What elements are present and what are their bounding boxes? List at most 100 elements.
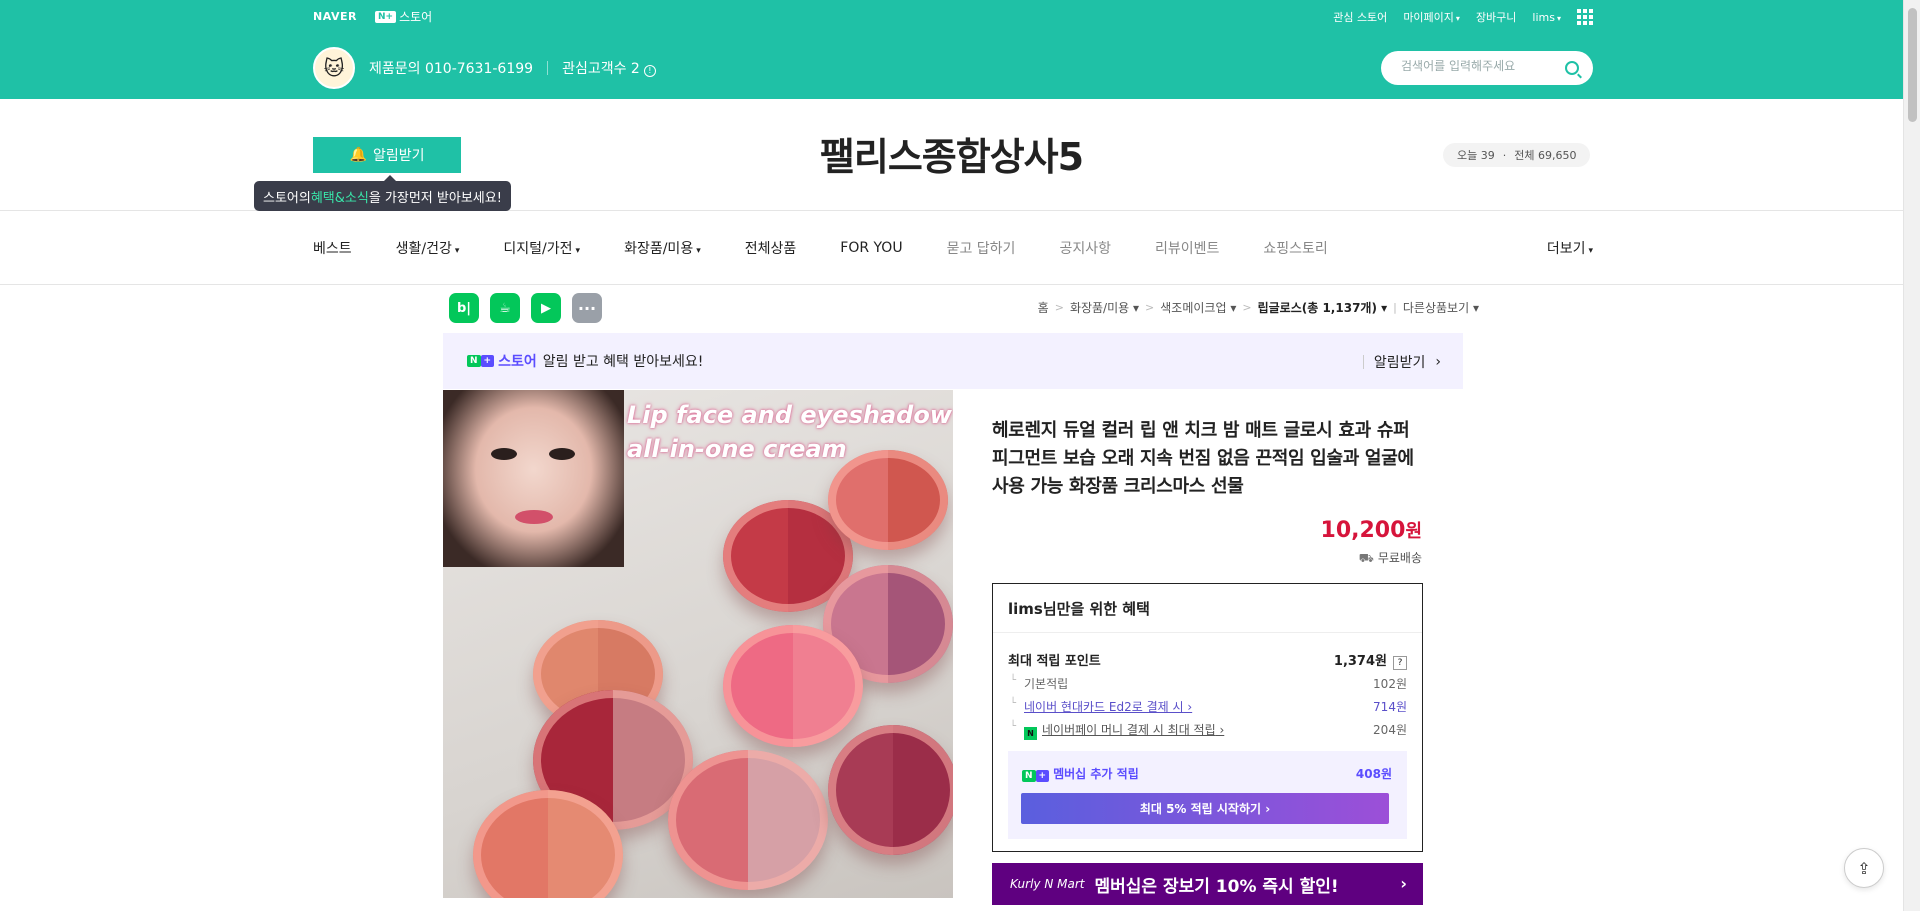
chevron-down-icon: ▾ [1472,301,1479,315]
divider [0,284,1903,285]
nav-cosmetics[interactable]: 화장품/미용 ▾ [624,238,701,258]
nav-more[interactable]: 더보기 ▾ [1547,238,1593,258]
dot-separator: · [1502,148,1507,162]
category-nav: 베스트 생활/건강 ▾ 디지털/가전 ▾ 화장품/미용 ▾ 전체상품 FOR YOU … [313,212,1593,284]
npay-points-value: 204원 [1373,723,1407,737]
nplus-box: N+ [375,10,397,23]
membership-start-button[interactable]: 최대 5% 적립 시작하기 › [1021,793,1389,824]
basic-points-row: 기본적립 102원 [1008,675,1407,692]
more-icon[interactable]: ··· [572,293,602,323]
overlay-line-1: Lip face and eyeshadow [627,401,952,429]
share-icon[interactable]: ⇪ [1844,848,1884,888]
nav-qna[interactable]: 묻고 답하기 [947,238,1016,258]
store-search [1381,51,1593,85]
chevron-down-icon: ▾ [1381,301,1388,315]
util-user-label: lims [1532,10,1555,24]
plus-icon: + [1035,770,1050,782]
breadcrumb-other-products[interactable]: 다른상품보기 ▾ [1403,299,1479,316]
card-points-link[interactable]: 네이버 현대카드 Ed2로 결제 시 › [1024,698,1192,715]
naver-n-icon: N [467,355,481,367]
util-menu: 관심 스토어 마이페이지 ▾ 장바구니 lims ▾ [1333,9,1593,25]
overlay-line-2: all-in-one cream [627,435,847,463]
cream-pot [668,750,828,890]
util-user[interactable]: lims ▾ [1532,11,1561,24]
util-mypage-label: 마이페이지 [1403,11,1454,24]
npay-points-row: N네이버페이 머니 결제 시 최대 적립 › 204원 [1008,721,1407,740]
util-favorite-stores[interactable]: 관심 스토어 [1333,9,1387,25]
banner-alert-link[interactable]: 알림받기 › [1362,352,1441,372]
membership-value: 408원 [1355,767,1392,781]
nav-all-products[interactable]: 전체상품 [745,238,797,258]
card-points-label: 네이버 현대카드 Ed2로 결제 시 [1024,700,1184,714]
cafe-icon[interactable]: ☕ [490,293,520,323]
product-title: 헤로렌지 듀얼 컬러 립 앤 치크 밤 매트 글로시 효과 슈퍼 피그먼트 보습… [992,420,1414,497]
scrollbar-thumb[interactable] [1908,8,1917,122]
store-name[interactable]: 팰리스종합상사5 [0,126,1903,181]
nav-notice[interactable]: 공지사항 [1059,238,1111,258]
blog-icon[interactable]: b| [449,293,479,323]
naver-logo[interactable]: NAVER [313,10,357,23]
membership-banner-text: 알림 받고 혜택 받아보세요! [542,354,704,370]
nplus-store-badge: N + 스토어 [467,351,537,371]
product-price: 10,200원 [992,517,1422,543]
chevron-right-icon: > [1145,301,1155,314]
divider [1362,355,1364,369]
membership-alert-banner[interactable]: N + 스토어 알림 받고 혜택 받아보세요! 알림받기 › [443,333,1463,389]
cream-pot [473,790,623,898]
contact-phone: 제품문의 010-7631-6199 [369,61,534,77]
chevron-right-icon: > [1054,301,1064,314]
today-visits: 오늘 39 [1457,149,1495,162]
question-icon[interactable]: ? [1393,656,1407,670]
nav-living-health[interactable]: 생활/건강 ▾ [396,238,460,258]
store-profile-avatar[interactable]: 🐱 [313,47,355,89]
chevron-down-icon: ▾ [1230,301,1237,315]
alert-tooltip: 스토어의 혜택&소식 을 가장먼저 받아보세요! [254,175,511,211]
search-icon[interactable] [1565,61,1579,75]
share-icons: b| ☕ ▶ ··· [449,293,602,323]
nav-for-you[interactable]: FOR YOU [840,240,902,256]
nav-digital[interactable]: 디지털/가전 ▾ [503,238,580,258]
chevron-right-icon: > [1242,301,1252,314]
membership-box: N + 멤버십 추가 적립 408원 최대 5% 적립 시작하기 › [1008,751,1407,839]
breadcrumb-lipgloss[interactable]: 립글로스(총 1,137개) ▾ [1258,299,1388,316]
nplus-badge: N + [1022,770,1050,782]
store-contact: 제품문의 010-7631-6199 관심고객수 2! [369,58,656,78]
chevron-down-icon: ▾ [696,246,701,256]
tooltip-text-post: 을 가장먼저 받아보세요! [368,190,502,206]
search-input[interactable] [1401,59,1561,73]
max-points-label: 최대 적립 포인트 [1008,654,1101,669]
nav-living-health-label: 생활/건강 [395,241,452,257]
breadcrumb-color-makeup[interactable]: 색조메이크업 ▾ [1160,299,1236,316]
visit-counter: 오늘 39 · 전체 69,650 [1443,143,1591,167]
membership-row: N + 멤버십 추가 적립 408원 [1022,765,1392,782]
nav-best[interactable]: 베스트 [313,238,352,258]
card-points-row: 네이버 현대카드 Ed2로 결제 시 › 714원 [1008,698,1407,715]
nplus-store-logo[interactable]: N+ 스토어 [375,8,432,25]
fans-count[interactable]: 관심고객수 2! [562,58,656,78]
product-image[interactable]: Lip face and eyeshadow all-in-one cream [443,390,953,898]
eye [549,448,575,460]
breadcrumb-home[interactable]: 홈 [1038,299,1049,316]
benefit-box: lims님만을 위한 혜택 최대 적립 포인트 1,374원? 기본적립 102… [992,583,1423,852]
breadcrumb-lipgloss-label: 립글로스(총 1,137개) [1257,301,1377,315]
info-icon[interactable]: ! [643,64,656,77]
basic-points-value: 102원 [1373,677,1407,691]
util-cart[interactable]: 장바구니 [1476,9,1516,25]
nav-shopping-story[interactable]: 쇼핑스토리 [1263,238,1327,258]
image-overlay-text: Lip face and eyeshadow all-in-one cream [627,398,952,466]
breadcrumb-color-makeup-label: 색조메이크업 [1160,301,1227,315]
nav-review-event[interactable]: 리뷰이벤트 [1155,238,1219,258]
npay-points-label: 네이버페이 머니 결제 시 최대 적립 [1042,723,1216,737]
bookmark-icon[interactable]: ▶ [531,293,561,323]
naver-n-icon: N [1022,770,1036,782]
apps-grid-icon[interactable] [1577,9,1593,25]
page-scrollbar[interactable] [1903,0,1920,911]
breadcrumb-cosmetics[interactable]: 화장품/미용 ▾ [1070,299,1139,316]
chevron-right-icon: › [1400,874,1407,893]
breadcrumb-cosmetics-label: 화장품/미용 [1069,301,1130,315]
kurly-mart-banner[interactable]: Kurly N Mart 멤버십은 장보기 10% 즉시 할인! › [992,863,1423,905]
util-mypage[interactable]: 마이페이지 ▾ [1403,9,1460,25]
npay-points-link[interactable]: N네이버페이 머니 결제 시 최대 적립 › [1024,721,1224,740]
product-info: 헤로렌지 듀얼 컬러 립 앤 치크 밤 매트 글로시 효과 슈퍼 피그먼트 보습… [992,417,1422,567]
nav-digital-label: 디지털/가전 [503,241,573,257]
